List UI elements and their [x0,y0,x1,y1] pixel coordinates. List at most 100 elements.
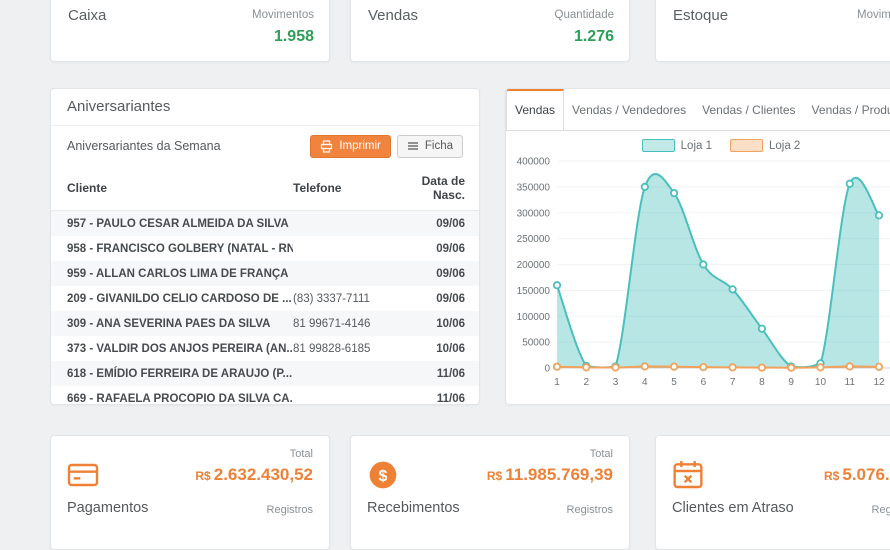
table-row[interactable]: 209 - GIVANILDO CELIO CARDOSO DE ... (83… [51,286,480,311]
svg-text:3: 3 [613,377,619,388]
card-clientes-em-atraso: Total R$5.076.869 Clientes em Atraso Reg… [655,435,890,550]
svg-text:400000: 400000 [517,157,551,168]
tab-vendas-clientes[interactable]: Vendas / Clientes [694,89,803,130]
svg-text:250000: 250000 [517,234,551,245]
dashboard: { "colors": { "accent_orange": "#ef8137"… [0,0,890,516]
card-pagamentos: Total R$ 2.632.430,52 Pagamentos Registro… [50,435,330,550]
cell-data: 09/06 [393,211,480,237]
svg-text:$: $ [379,468,388,485]
cell-cliente: 958 - FRANCISCO GOLBERY (NATAL - RN) [51,236,293,261]
cell-data: 09/06 [393,236,480,261]
cell-telefone: 81 99828-6185 [293,336,393,361]
svg-text:50000: 50000 [522,338,550,349]
cell-telefone: (83) 3337-7111 [293,286,393,311]
tab-vendas[interactable]: Vendas [506,89,564,130]
table-row[interactable]: 958 - FRANCISCO GOLBERY (NATAL - RN) 09/… [51,236,480,261]
cell-telefone [293,211,393,237]
cell-data: 10/06 [393,336,480,361]
svg-text:12: 12 [873,377,885,388]
card-title: Estoque [673,7,728,24]
svg-text:300000: 300000 [517,208,551,219]
svg-text:6: 6 [701,377,707,388]
cell-data: 10/06 [393,311,480,336]
card-estoque: Estoque Movimentos [655,0,890,62]
cell-telefone [293,386,393,405]
legend-item-loja1[interactable]: Loja 1 [642,139,712,152]
total-label: Total [487,448,613,460]
cell-data: 09/06 [393,286,480,311]
legend-label: Loja 1 [681,140,712,152]
cell-telefone [293,261,393,286]
print-button[interactable]: Imprimir [310,135,391,158]
currency-label: R$ [824,469,839,483]
cell-telefone [293,236,393,261]
cell-data: 11/06 [393,361,480,386]
loja2-swatch-icon [730,139,763,152]
card-title: Caixa [68,7,106,24]
card-title: Pagamentos [67,500,148,516]
registros-label: Registros [267,504,313,516]
table-row[interactable]: 373 - VALDIR DOS ANJOS PEREIRA (AN... 81… [51,336,480,361]
ficha-button[interactable]: Ficha [397,135,463,158]
tab-vendas-vendedores[interactable]: Vendas / Vendedores [564,89,694,130]
receipts-icon: $ [367,459,399,491]
stat-label: Movimentos [252,9,314,21]
svg-text:100000: 100000 [517,312,551,323]
total-value: 2.632.430,52 [214,465,313,484]
sales-tabs: Vendas Vendas / Vendedores Vendas / Clie… [506,89,890,131]
column-header-data: Data de Nasc. [393,166,480,211]
legend-label: Loja 2 [769,140,800,152]
total-label: Total [195,448,313,460]
svg-text:150000: 150000 [517,286,551,297]
loja1-swatch-icon [642,139,675,152]
cell-cliente: 618 - EMÍDIO FERREIRA DE ARAUJO (P... [51,361,293,386]
currency-label: R$ [195,469,210,483]
cell-telefone: 81 99671-4146 [293,311,393,336]
cell-cliente: 959 - ALLAN CARLOS LIMA DE FRANÇA [51,261,293,286]
stat-value: 1.276 [555,28,614,46]
cell-cliente: 669 - RAFAELA PROCOPIO DA SILVA CA... [51,386,293,405]
svg-text:1: 1 [554,377,560,388]
table-row[interactable]: 669 - RAFAELA PROCOPIO DA SILVA CA... 11… [51,386,480,405]
overdue-calendar-icon [672,459,704,491]
tab-vendas-produtos[interactable]: Vendas / Produtos [804,89,890,130]
card-recebimentos: $ Total R$11.985.769,39 Recebimentos Reg… [350,435,630,550]
stat-label: Movimentos [857,9,890,21]
card-title: Recebimentos [367,500,460,516]
svg-text:200000: 200000 [517,260,551,271]
panel-title: Aniversariantes [51,89,479,126]
svg-text:7: 7 [730,377,736,388]
cell-data: 11/06 [393,386,480,405]
sales-area-chart: 0500001000001500002000002500003000003500… [506,155,890,400]
currency-label: R$ [487,469,502,483]
sales-panel: Vendas Vendas / Vendedores Vendas / Clie… [505,88,890,405]
table-row[interactable]: 959 - ALLAN CARLOS LIMA DE FRANÇA 09/06 [51,261,480,286]
svg-text:9: 9 [788,377,794,388]
stat-value: 1.958 [252,28,314,46]
aniversariantes-panel: Aniversariantes Aniversariantes da Seman… [50,88,480,405]
ficha-button-label: Ficha [425,140,453,152]
svg-text:10: 10 [815,377,827,388]
payments-icon [67,459,99,491]
cell-telefone [293,361,393,386]
table-row[interactable]: 618 - EMÍDIO FERREIRA DE ARAUJO (P... 11… [51,361,480,386]
stat-label: Quantidade [555,9,614,21]
svg-text:11: 11 [845,377,856,388]
registros-label: Registros [567,504,613,516]
svg-text:350000: 350000 [517,182,551,193]
table-row[interactable]: 309 - ANA SEVERINA PAES DA SILVA 81 9967… [51,311,480,336]
registros-label: Registros [872,504,890,516]
legend-item-loja2[interactable]: Loja 2 [730,139,800,152]
total-value: 5.076.869 [842,465,890,484]
cell-cliente: 957 - PAULO CESAR ALMEIDA DA SILVA [51,211,293,237]
card-title: Vendas [368,7,418,24]
cell-cliente: 309 - ANA SEVERINA PAES DA SILVA [51,311,293,336]
total-value: 11.985.769,39 [505,465,613,484]
svg-text:8: 8 [759,377,765,388]
list-icon [407,141,419,151]
cell-cliente: 373 - VALDIR DOS ANJOS PEREIRA (AN... [51,336,293,361]
column-header-telefone: Telefone [293,166,393,211]
svg-text:4: 4 [642,377,648,388]
column-header-cliente: Cliente [51,166,293,211]
table-row[interactable]: 957 - PAULO CESAR ALMEIDA DA SILVA 09/06 [51,211,480,237]
